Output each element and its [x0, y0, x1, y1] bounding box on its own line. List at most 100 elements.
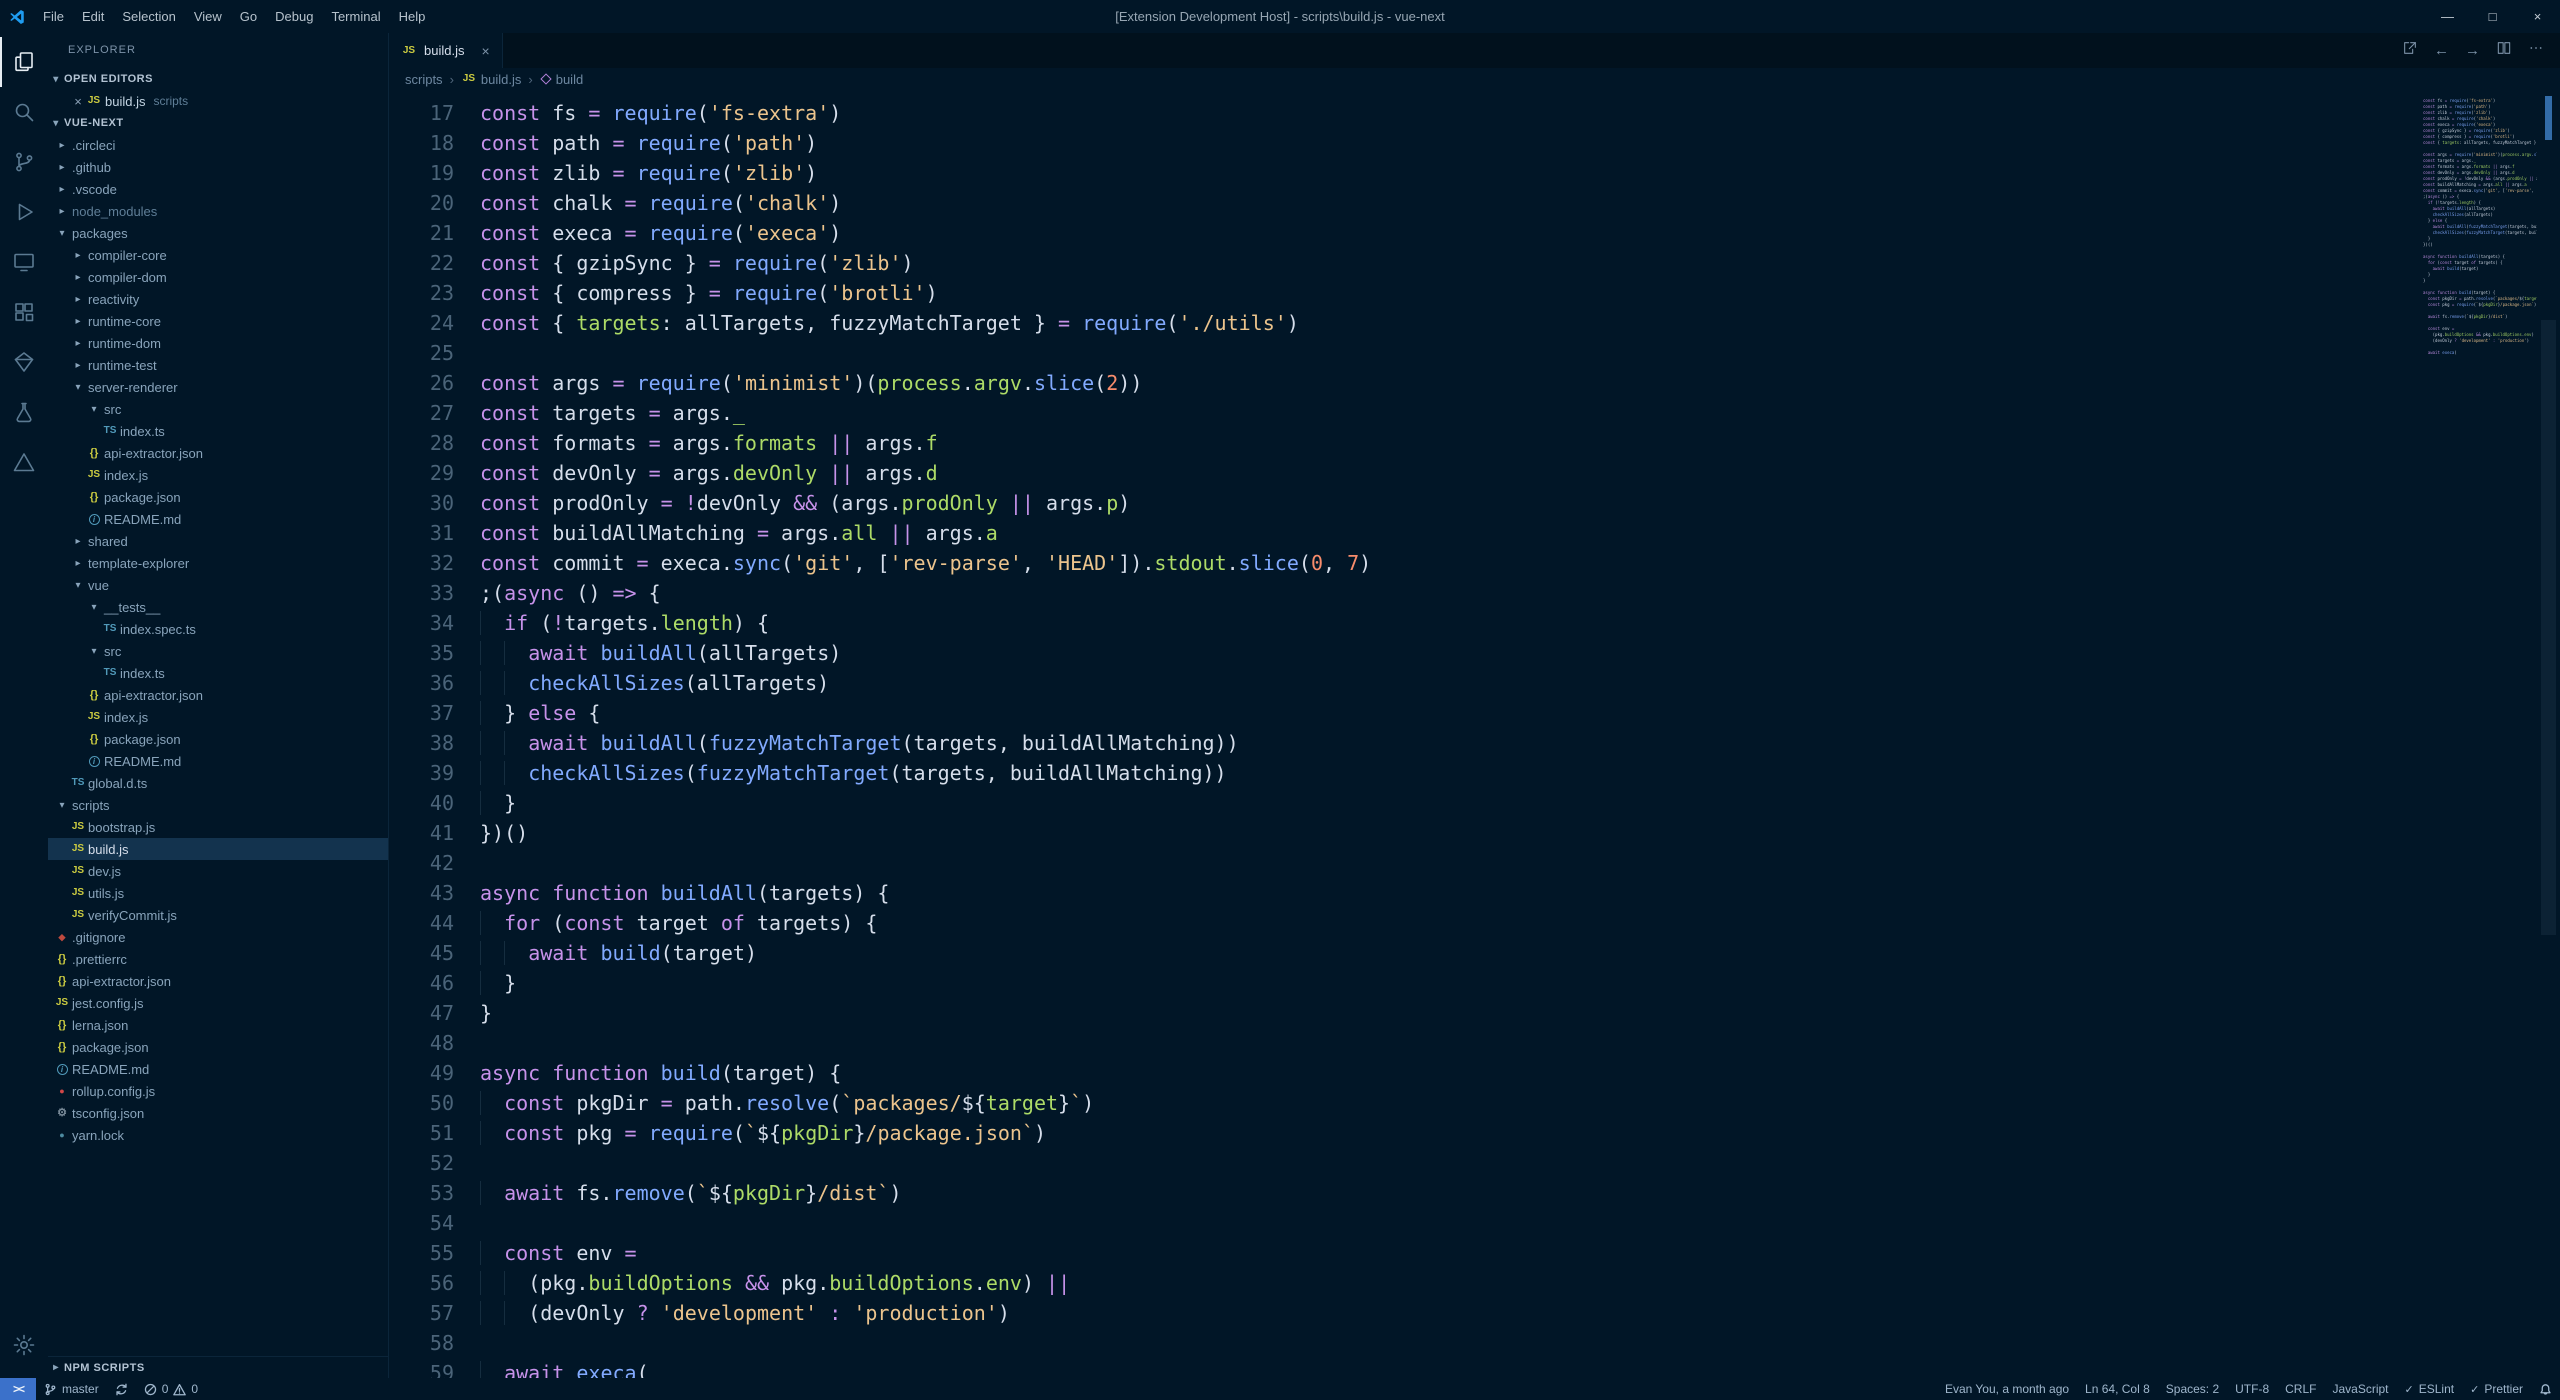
- go-forward-icon[interactable]: →: [2465, 42, 2480, 60]
- code-line[interactable]: 29const devOnly = args.devOnly || args.d: [389, 458, 2560, 488]
- code-line[interactable]: 22const { gzipSync } = require('zlib'): [389, 248, 2560, 278]
- tree-item-src[interactable]: ▾src: [48, 398, 388, 420]
- activity-live-share[interactable]: [0, 337, 48, 387]
- code-line[interactable]: 52: [389, 1148, 2560, 1178]
- code-line[interactable]: 42: [389, 848, 2560, 878]
- status-remote[interactable]: ><: [0, 1378, 36, 1400]
- menu-help[interactable]: Help: [390, 0, 435, 33]
- tree-item-dev.js[interactable]: JSdev.js: [48, 860, 388, 882]
- tree-item-package.json[interactable]: {}package.json: [48, 486, 388, 508]
- code-line[interactable]: 30const prodOnly = !devOnly && (args.pro…: [389, 488, 2560, 518]
- code-line[interactable]: 24const { targets: allTargets, fuzzyMatc…: [389, 308, 2560, 338]
- status-problems[interactable]: 00: [136, 1378, 206, 1400]
- minimap[interactable]: const fs = require('fs-extra')const path…: [2423, 98, 2537, 1378]
- tree-item-utils.js[interactable]: JSutils.js: [48, 882, 388, 904]
- code-line[interactable]: 44 for (const target of targets) {: [389, 908, 2560, 938]
- tree-item-jest.config.js[interactable]: JSjest.config.js: [48, 992, 388, 1014]
- tree-item-node_modules[interactable]: ▸node_modules: [48, 200, 388, 222]
- code-line[interactable]: 56 (pkg.buildOptions && pkg.buildOptions…: [389, 1268, 2560, 1298]
- code-line[interactable]: 33;(async () => {: [389, 578, 2560, 608]
- tree-item-src[interactable]: ▾src: [48, 640, 388, 662]
- tree-item-compiler-dom[interactable]: ▸compiler-dom: [48, 266, 388, 288]
- code-line[interactable]: 27const targets = args._: [389, 398, 2560, 428]
- code-line[interactable]: 26const args = require('minimist')(proce…: [389, 368, 2560, 398]
- status-encoding[interactable]: UTF-8: [2227, 1378, 2277, 1400]
- code-line[interactable]: 31const buildAllMatching = args.all || a…: [389, 518, 2560, 548]
- code-line[interactable]: 45 await build(target): [389, 938, 2560, 968]
- activity-source-control[interactable]: [0, 137, 48, 187]
- code-line[interactable]: 21const execa = require('execa'): [389, 218, 2560, 248]
- menu-view[interactable]: View: [185, 0, 231, 33]
- code-line[interactable]: 32const commit = execa.sync('git', ['rev…: [389, 548, 2560, 578]
- status-language-mode[interactable]: JavaScript: [2324, 1378, 2396, 1400]
- status-notifications[interactable]: [2531, 1378, 2560, 1400]
- activity-extensions[interactable]: [0, 287, 48, 337]
- tree-item-scripts[interactable]: ▾scripts: [48, 794, 388, 816]
- go-back-icon[interactable]: ←: [2434, 42, 2449, 60]
- menu-edit[interactable]: Edit: [73, 0, 113, 33]
- menu-go[interactable]: Go: [231, 0, 266, 33]
- activity-run-debug[interactable]: [0, 187, 48, 237]
- code-line[interactable]: 19const zlib = require('zlib'): [389, 158, 2560, 188]
- tree-item-yarn.lock[interactable]: ●yarn.lock: [48, 1124, 388, 1146]
- close-tab-button[interactable]: ×: [481, 43, 489, 59]
- code-line[interactable]: 37 } else {: [389, 698, 2560, 728]
- code-line[interactable]: 28const formats = args.formats || args.f: [389, 428, 2560, 458]
- tree-item-.gitignore[interactable]: ◆.gitignore: [48, 926, 388, 948]
- tree-item-api-extractor.json[interactable]: {}api-extractor.json: [48, 442, 388, 464]
- menu-file[interactable]: File: [34, 0, 73, 33]
- activity-search[interactable]: [0, 87, 48, 137]
- code-line[interactable]: 25: [389, 338, 2560, 368]
- more-actions-icon[interactable]: [2528, 40, 2544, 61]
- minimize-button[interactable]: —: [2425, 0, 2470, 33]
- status-cursor-position[interactable]: Ln 64, Col 8: [2077, 1378, 2158, 1400]
- code-line[interactable]: 53 await fs.remove(`${pkgDir}/dist`): [389, 1178, 2560, 1208]
- tree-item-server-renderer[interactable]: ▾server-renderer: [48, 376, 388, 398]
- status-prettier[interactable]: ✓Prettier: [2462, 1378, 2531, 1400]
- code-line[interactable]: 23const { compress } = require('brotli'): [389, 278, 2560, 308]
- tree-item-index.js[interactable]: JSindex.js: [48, 706, 388, 728]
- status-branch[interactable]: master: [36, 1378, 107, 1400]
- tree-item-rollup.config.js[interactable]: ●rollup.config.js: [48, 1080, 388, 1102]
- menu-debug[interactable]: Debug: [266, 0, 322, 33]
- tree-item-index.js[interactable]: JSindex.js: [48, 464, 388, 486]
- tree-item-.github[interactable]: ▸.github: [48, 156, 388, 178]
- tree-item-global.d.ts[interactable]: TSglobal.d.ts: [48, 772, 388, 794]
- code-line[interactable]: 18const path = require('path'): [389, 128, 2560, 158]
- tree-item-runtime-dom[interactable]: ▸runtime-dom: [48, 332, 388, 354]
- tree-item-__tests__[interactable]: ▾__tests__: [48, 596, 388, 618]
- close-button[interactable]: ×: [2515, 0, 2560, 33]
- menu-selection[interactable]: Selection: [113, 0, 184, 33]
- tree-item-.prettierrc[interactable]: {}.prettierrc: [48, 948, 388, 970]
- tree-item-index.ts[interactable]: TSindex.ts: [48, 662, 388, 684]
- breadcrumb-scripts[interactable]: scripts: [405, 72, 443, 87]
- split-editor-icon[interactable]: [2496, 40, 2512, 61]
- code-line[interactable]: 17const fs = require('fs-extra'): [389, 98, 2560, 128]
- code-line[interactable]: 48: [389, 1028, 2560, 1058]
- menu-terminal[interactable]: Terminal: [322, 0, 389, 33]
- code-line[interactable]: 50 const pkgDir = path.resolve(`packages…: [389, 1088, 2560, 1118]
- tree-item-api-extractor.json[interactable]: {}api-extractor.json: [48, 970, 388, 992]
- breadcrumb-build.js[interactable]: JSbuild.js: [461, 72, 521, 87]
- status-indentation[interactable]: Spaces: 2: [2158, 1378, 2227, 1400]
- tree-item-vue[interactable]: ▾vue: [48, 574, 388, 596]
- tab-build-js[interactable]: JSbuild.js×: [389, 33, 503, 68]
- tree-item-verifyCommit.js[interactable]: JSverifyCommit.js: [48, 904, 388, 926]
- activity-explorer[interactable]: [0, 37, 48, 87]
- tree-item-package.json[interactable]: {}package.json: [48, 728, 388, 750]
- tree-item-build.js[interactable]: JSbuild.js: [48, 838, 388, 860]
- tree-item-template-explorer[interactable]: ▸template-explorer: [48, 552, 388, 574]
- tree-item-tsconfig.json[interactable]: ⚙tsconfig.json: [48, 1102, 388, 1124]
- tree-item-api-extractor.json[interactable]: {}api-extractor.json: [48, 684, 388, 706]
- tree-item-shared[interactable]: ▸shared: [48, 530, 388, 552]
- tree-item-index.spec.ts[interactable]: TSindex.spec.ts: [48, 618, 388, 640]
- tree-item-README.md[interactable]: iREADME.md: [48, 508, 388, 530]
- code-line[interactable]: 36 checkAllSizes(allTargets): [389, 668, 2560, 698]
- status-gitlens-blame[interactable]: Evan You, a month ago: [1937, 1378, 2077, 1400]
- tree-item-.circleci[interactable]: ▸.circleci: [48, 134, 388, 156]
- tree-item-reactivity[interactable]: ▸reactivity: [48, 288, 388, 310]
- tree-item-compiler-core[interactable]: ▸compiler-core: [48, 244, 388, 266]
- activity-manage[interactable]: [0, 1320, 48, 1370]
- code-line[interactable]: 20const chalk = require('chalk'): [389, 188, 2560, 218]
- editor-scrollbar[interactable]: [2537, 90, 2560, 1378]
